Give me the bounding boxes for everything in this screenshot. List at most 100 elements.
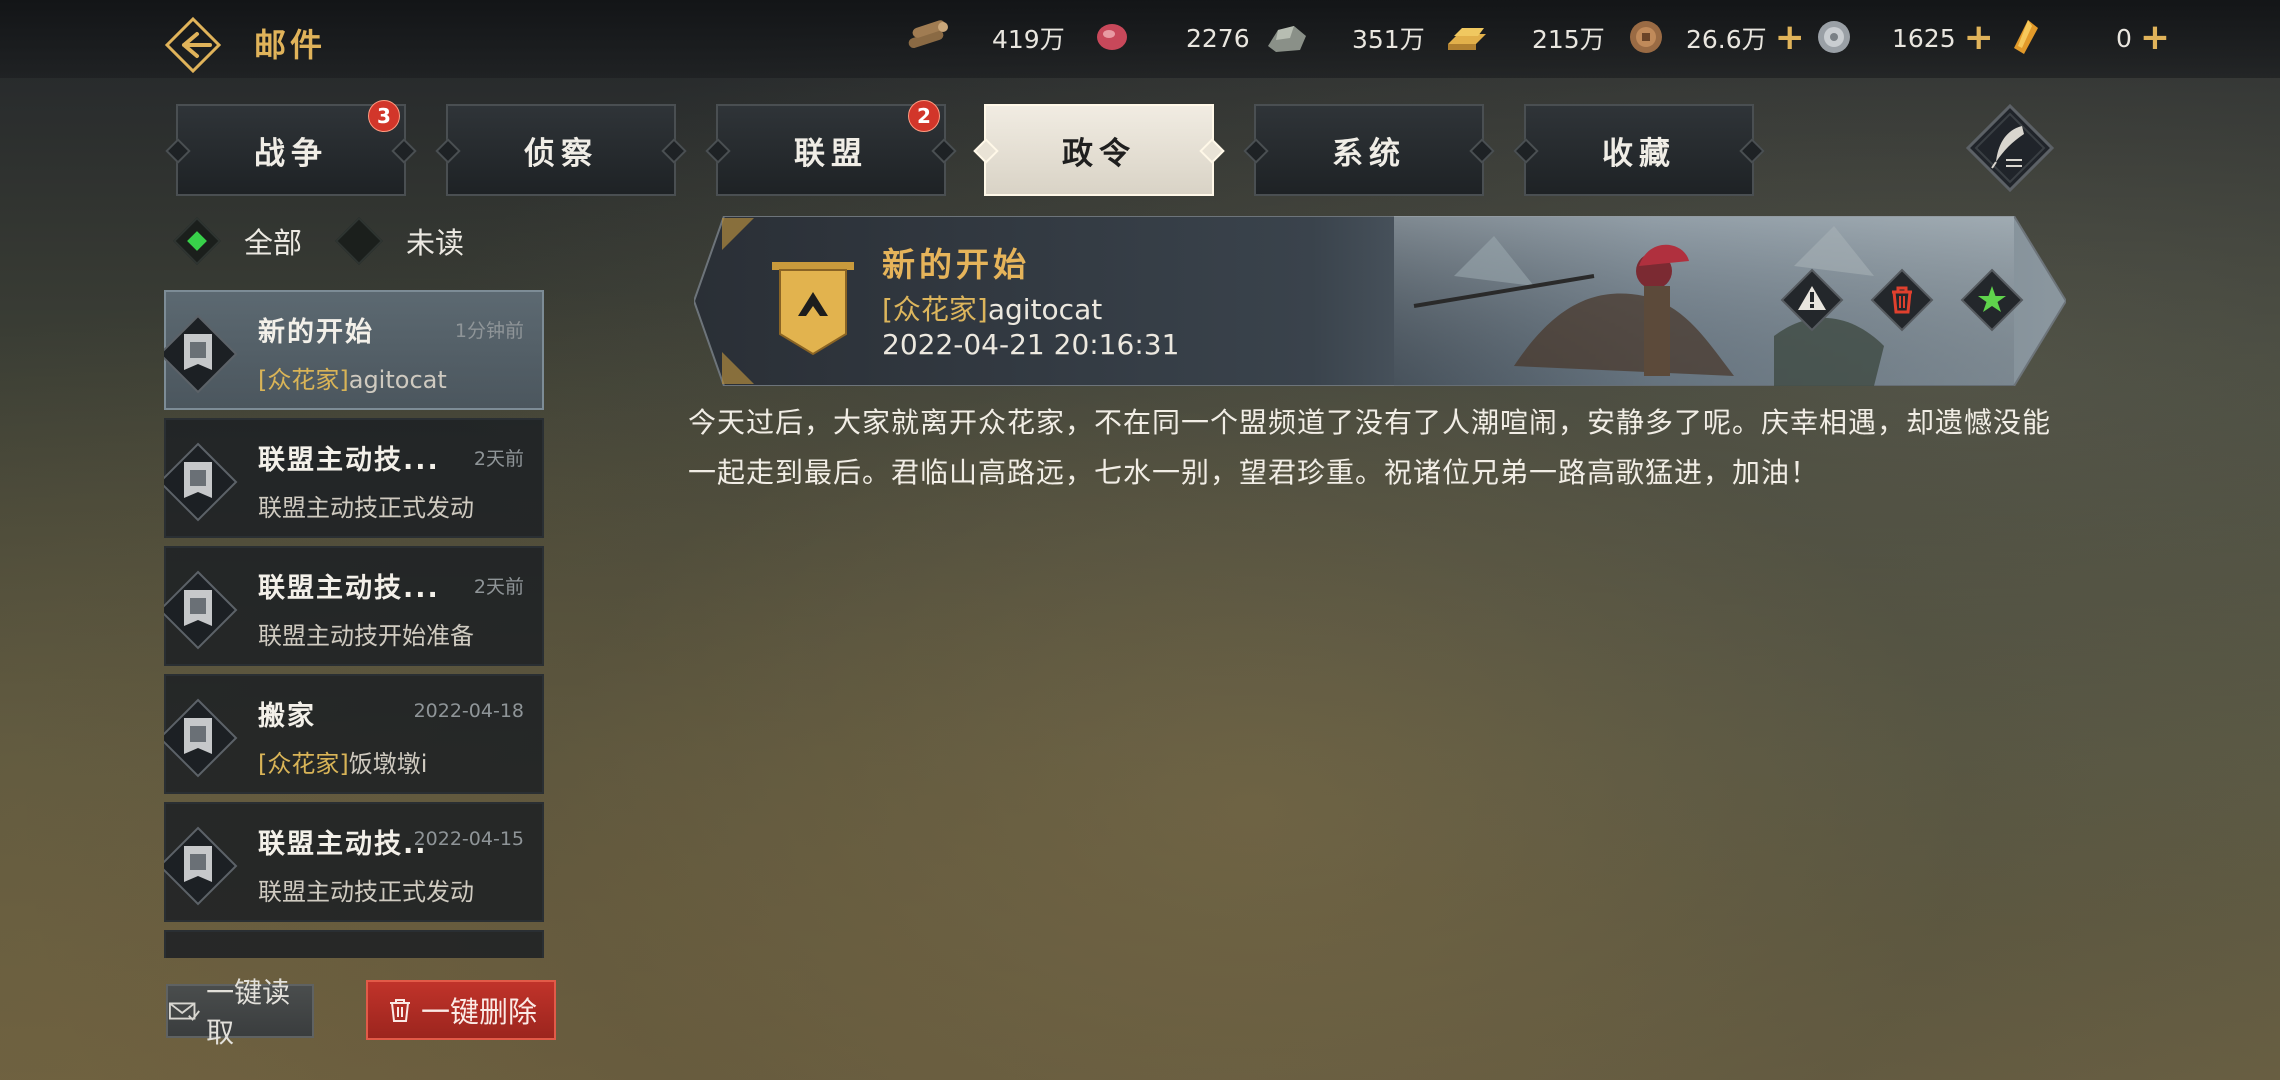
mail-banner-icon [164,826,238,906]
radio-selected-icon [172,216,222,266]
alliance-emblem-icon [772,262,854,356]
mail-list-item[interactable]: 联盟主动技... 2天前 联盟主动技正式发动 [164,418,544,538]
mail-time: 2022-04-18 [413,700,524,722]
tab-label: 收藏 [1602,135,1676,172]
mail-preview: [众花家]饭墩墩i [258,744,427,779]
radio-unselected-icon [334,216,384,266]
unread-badge: 2 [908,100,940,132]
wood-icon [908,20,948,49]
mail-list-item[interactable] [164,930,544,958]
tab-right-ornament [661,138,687,164]
mail-time: 2天前 [473,576,524,598]
silver-coin-icon [1818,21,1850,53]
sender-name: agitocat [987,293,1103,326]
tab-left-ornament [1513,138,1539,164]
mail-list-item[interactable]: 搬家 2022-04-18 [众花家]饭墩墩i [164,674,544,794]
tab-system[interactable]: 系统 [1243,104,1495,196]
mail-time: 2天前 [473,448,524,470]
alliance-tag: [众花家] [882,293,988,326]
tab-left-ornament [165,138,191,164]
envelope-check-icon [168,1002,200,1021]
mail-list-item[interactable]: 联盟主动技... 2天前 联盟主动技开始准备 [164,546,544,666]
mail-banner-icon [164,442,238,522]
tab-right-ornament [391,138,417,164]
tab-left-ornament [973,138,999,164]
tab-war[interactable]: 战争 3 [165,100,417,196]
read-all-button[interactable]: 一键读取 [166,976,314,1049]
mail-title: 联盟主动技.. [258,829,428,860]
sender-name: 饭墩墩i [348,750,428,778]
resource-iron: 351万 [1352,25,1425,54]
tab-left-ornament [435,138,461,164]
mail-banner-icon [164,314,238,394]
mail-body-text: 今天过后，大家就离开众花家，不在同一个盟频道了没有了人潮喧闹，安静多了呢。庆幸相… [688,406,2052,489]
mail-list-item[interactable]: 新的开始 1分钟前 [众花家]agitocat [164,290,544,410]
alliance-tag: [众花家] [258,366,349,394]
mail-preview: 联盟主动技开始准备 [258,622,474,650]
tab-label: 系统 [1332,135,1406,172]
resource-crystal: 0 + [2116,17,2171,58]
filter-label: 未读 [406,226,465,260]
delete-all-label: 一键删除 [420,995,537,1029]
mail-sender: [众花家]agitocat [882,288,1102,328]
sender-name: agitocat [348,366,447,394]
gold-bar-icon [1448,28,1486,50]
mail-preview: 联盟主动技正式发动 [258,494,474,522]
report-warning-icon[interactable] [1780,268,1844,332]
tab-label: 政令 [1062,135,1136,172]
mail-time: 2022-04-15 [413,828,524,850]
tab-label: 侦察 [524,135,598,172]
mail-time: 1分钟前 [454,320,524,342]
mail-subject: 新的开始 [882,245,1030,284]
copper-coin-icon [1630,21,1662,53]
page-title: 邮件 [254,26,327,64]
filter-label: 全部 [244,226,303,260]
filter-all[interactable]: 全部 [172,216,303,266]
unread-badge: 3 [368,100,400,132]
resource-wood: 419万 [992,25,1065,54]
mail-title: 新的开始 [258,317,374,348]
read-all-label: 一键读取 [206,976,291,1049]
tab-label: 战争 [254,135,328,172]
tab-favorites[interactable]: 收藏 [1513,104,1765,196]
tab-alliance[interactable]: 联盟 2 [705,100,957,196]
delete-all-button[interactable]: 一键删除 [366,980,556,1040]
mail-title: 搬家 [258,701,316,732]
tab-scout[interactable]: 侦察 [435,104,687,196]
meat-icon [1097,24,1127,50]
resource-copper: 26.6万 + [1686,17,1805,58]
tab-right-ornament [1739,138,1765,164]
delete-trash-icon[interactable] [1870,268,1934,332]
resource-meat: 2276 [1186,23,1250,53]
mail-datetime: 2022-04-21 20:16:31 [882,328,1180,361]
amber-crystal-icon [2014,20,2038,54]
compose-quill-icon[interactable] [1966,104,2054,192]
mail-title: 联盟主动技... [258,573,440,604]
tab-left-ornament [1243,138,1269,164]
add-copper-button[interactable]: + [1775,20,1805,56]
mail-detail-header: 新的开始 [众花家]agitocat 2022-04-21 20:16:31 [694,216,2066,386]
add-silver-button[interactable]: + [1964,20,1994,56]
mail-list-item[interactable]: 联盟主动技.. 2022-04-15 联盟主动技正式发动 [164,802,544,922]
tab-right-ornament [1199,138,1225,164]
tab-left-ornament [705,138,731,164]
tab-decree[interactable]: 政令 [973,104,1225,196]
trash-icon [389,999,410,1022]
mail-list[interactable]: 新的开始 1分钟前 [众花家]agitocat 联盟主动技... 2天前 联盟主… [164,290,544,958]
alliance-tag: [众花家] [258,750,349,778]
favorite-star-icon[interactable] [1960,268,2024,332]
top-bar: 邮件 419万 2276 351万 215万 26.6万 + 1625 + 0 … [0,0,2280,78]
resource-silver: 1625 + [1892,17,1994,58]
resource-gold: 215万 [1532,25,1605,54]
mail-banner-icon [164,570,238,650]
filter-unread[interactable]: 未读 [334,216,465,266]
mail-preview: [众花家]agitocat [258,360,447,395]
mail-preview: 联盟主动技正式发动 [258,878,474,906]
tab-right-ornament [1469,138,1495,164]
mail-title: 联盟主动技... [258,445,440,476]
add-crystal-button[interactable]: + [2140,20,2170,56]
iron-ore-icon [1268,26,1306,52]
tab-right-ornament [931,138,957,164]
back-arrow-icon[interactable] [164,16,222,74]
mail-banner-icon [164,698,238,778]
